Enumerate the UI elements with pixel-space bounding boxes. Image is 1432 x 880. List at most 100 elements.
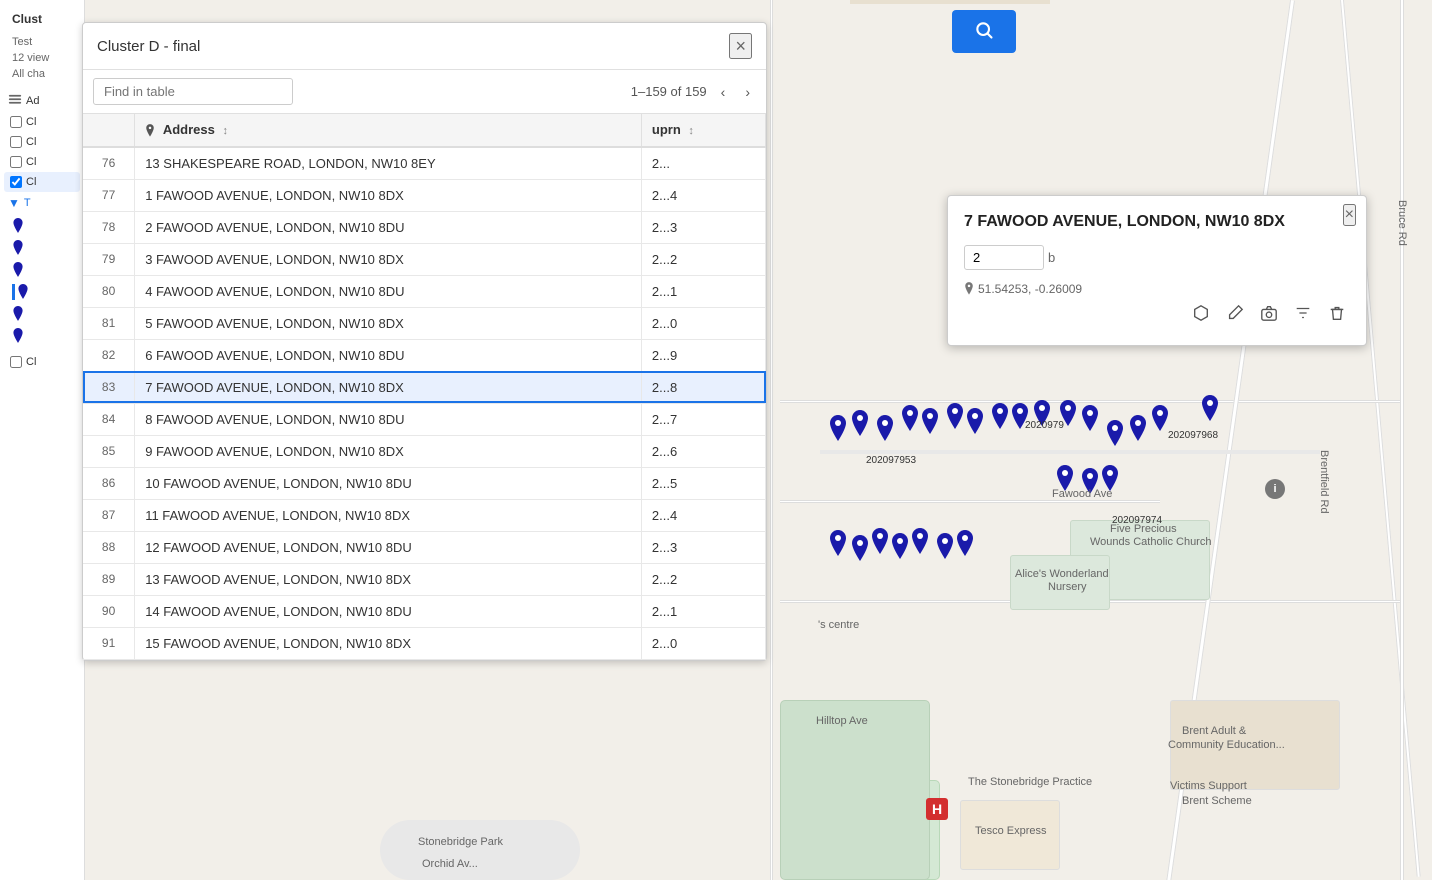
map-pin[interactable] — [828, 530, 848, 563]
table-row[interactable]: 8711 FAWOOD AVENUE, LONDON, NW10 8DX2...… — [83, 499, 766, 531]
sidebar-title: Clust — [4, 8, 80, 30]
row-number: 87 — [83, 499, 135, 531]
table-row[interactable]: 804 FAWOOD AVENUE, LONDON, NW10 8DU2...1 — [83, 275, 766, 307]
sidebar-item-cl4[interactable]: Cl — [4, 172, 80, 192]
popup-delete-button[interactable] — [1324, 300, 1350, 331]
map-pin[interactable] — [900, 405, 920, 438]
sidebar-pin-4-selected[interactable] — [12, 284, 72, 300]
row-number: 89 — [83, 563, 135, 595]
popup-close-button[interactable]: × — [1343, 204, 1356, 226]
table-row[interactable]: 837 FAWOOD AVENUE, LONDON, NW10 8DX2...8 — [83, 371, 766, 403]
map-pin[interactable] — [1080, 405, 1100, 438]
sidebar-label-cl5: Cl — [26, 356, 36, 368]
row-address: 8 FAWOOD AVENUE, LONDON, NW10 8DU — [135, 403, 642, 435]
popup-input[interactable] — [964, 245, 1044, 270]
sidebar-pin-1[interactable] — [12, 218, 72, 234]
map-label-centre: 's centre — [818, 619, 859, 631]
popup-input-suffix: b — [1048, 250, 1055, 265]
map-pin[interactable] — [945, 403, 965, 436]
map-pin[interactable] — [1150, 405, 1170, 438]
row-address: 13 SHAKESPEARE ROAD, LONDON, NW10 8EY — [135, 147, 642, 180]
table-row[interactable]: 8610 FAWOOD AVENUE, LONDON, NW10 8DU2...… — [83, 467, 766, 499]
map-pin[interactable] — [1100, 465, 1120, 498]
map-pin[interactable] — [1105, 420, 1125, 453]
map-pin[interactable] — [870, 528, 890, 561]
map-pin[interactable] — [910, 528, 930, 561]
row-number: 85 — [83, 435, 135, 467]
sidebar-checkbox-cl1[interactable] — [10, 116, 22, 128]
sidebar-pin-2[interactable] — [12, 240, 72, 256]
table-panel: Cluster D - final × 1–159 of 159 ‹ › Add… — [82, 22, 767, 661]
sidebar-pin-6[interactable] — [12, 328, 72, 344]
next-page-button[interactable]: › — [739, 80, 756, 104]
sidebar-checkbox-cl3[interactable] — [10, 156, 22, 168]
sidebar-checkbox-cl2[interactable] — [10, 136, 22, 148]
map-pin[interactable] — [875, 415, 895, 448]
info-popup: × 7 FAWOOD AVENUE, LONDON, NW10 8DX b 51… — [947, 195, 1367, 346]
map-pin[interactable] — [1080, 468, 1100, 501]
sidebar-item-t[interactable]: ▼ T — [4, 192, 80, 214]
map-pin[interactable] — [850, 535, 870, 568]
map-pin[interactable] — [990, 403, 1010, 436]
sidebar-pin-3[interactable] — [12, 262, 72, 278]
search-icon — [974, 20, 994, 40]
sidebar-item-cl2[interactable]: Cl — [4, 132, 80, 152]
row-uprn: 2... — [641, 147, 765, 180]
table-row[interactable]: 826 FAWOOD AVENUE, LONDON, NW10 8DU2...9 — [83, 339, 766, 371]
sidebar-label-cl1: Cl — [26, 116, 36, 128]
sidebar-item-ad[interactable]: Ad — [4, 90, 80, 112]
table-row[interactable]: 8812 FAWOOD AVENUE, LONDON, NW10 8DU2...… — [83, 531, 766, 563]
table-row[interactable]: 9014 FAWOOD AVENUE, LONDON, NW10 8DU2...… — [83, 595, 766, 627]
uprn-sort-icon[interactable]: ↕ — [688, 125, 694, 137]
panel-header: Cluster D - final × — [83, 23, 766, 70]
sidebar-checkbox-cl4[interactable] — [10, 176, 22, 188]
map-pin[interactable] — [955, 530, 975, 563]
address-sort-icon[interactable]: ↕ — [222, 125, 228, 137]
map-pin[interactable] — [935, 533, 955, 566]
table-row[interactable]: 771 FAWOOD AVENUE, LONDON, NW10 8DX2...4 — [83, 179, 766, 211]
table-row[interactable]: 848 FAWOOD AVENUE, LONDON, NW10 8DU2...7 — [83, 403, 766, 435]
popup-edit-button[interactable] — [1222, 300, 1248, 331]
table-row[interactable]: 7613 SHAKESPEARE ROAD, LONDON, NW10 8EY2… — [83, 147, 766, 180]
map-pin[interactable] — [965, 408, 985, 441]
table-row[interactable]: 782 FAWOOD AVENUE, LONDON, NW10 8DU2...3 — [83, 211, 766, 243]
sidebar-item-cl1[interactable]: Cl — [4, 112, 80, 132]
sidebar-item-cl3[interactable]: Cl — [4, 152, 80, 172]
map-pin[interactable] — [1200, 395, 1220, 428]
pin-icon — [145, 122, 159, 137]
col-row-num — [83, 114, 135, 147]
table-row[interactable]: 793 FAWOOD AVENUE, LONDON, NW10 8DX2...2 — [83, 243, 766, 275]
row-uprn: 2...0 — [641, 627, 765, 659]
table-row[interactable]: 9115 FAWOOD AVENUE, LONDON, NW10 8DX2...… — [83, 627, 766, 659]
col-uprn-header[interactable]: uprn ↕ — [641, 114, 765, 147]
row-uprn: 2...3 — [641, 211, 765, 243]
map-label-brent-scheme: Brent Scheme — [1182, 795, 1252, 807]
sidebar-checkbox-cl5[interactable] — [10, 356, 22, 368]
layers-icon — [8, 94, 22, 108]
col-address-header[interactable]: Address ↕ — [135, 114, 642, 147]
map-pin[interactable] — [1055, 465, 1075, 498]
find-in-table-input[interactable] — [93, 78, 293, 105]
prev-page-button[interactable]: ‹ — [715, 80, 732, 104]
row-address: 7 FAWOOD AVENUE, LONDON, NW10 8DX — [135, 371, 642, 403]
map-pin[interactable] — [890, 533, 910, 566]
map-pin[interactable] — [920, 408, 940, 441]
popup-camera-button[interactable] — [1256, 300, 1282, 331]
table-row[interactable]: 859 FAWOOD AVENUE, LONDON, NW10 8DX2...6 — [83, 435, 766, 467]
map-search-button[interactable] — [952, 10, 1016, 53]
row-address: 9 FAWOOD AVENUE, LONDON, NW10 8DX — [135, 435, 642, 467]
table-container[interactable]: Address ↕ uprn ↕ 7613 SHAKESPEARE ROAD, … — [83, 114, 766, 660]
popup-filter-button[interactable] — [1290, 300, 1316, 331]
panel-close-button[interactable]: × — [729, 33, 752, 59]
sidebar-item-cl5[interactable]: Cl — [4, 352, 80, 372]
table-row[interactable]: 815 FAWOOD AVENUE, LONDON, NW10 8DX2...0 — [83, 307, 766, 339]
row-number: 90 — [83, 595, 135, 627]
sidebar-label-cl4: Cl — [26, 176, 36, 188]
map-pin[interactable] — [1128, 415, 1148, 448]
popup-hex-button[interactable] — [1188, 300, 1214, 331]
map-pin[interactable] — [850, 410, 870, 443]
sidebar-pin-5[interactable] — [12, 306, 72, 322]
row-address: 2 FAWOOD AVENUE, LONDON, NW10 8DU — [135, 211, 642, 243]
map-pin[interactable] — [828, 415, 848, 448]
table-row[interactable]: 8913 FAWOOD AVENUE, LONDON, NW10 8DX2...… — [83, 563, 766, 595]
